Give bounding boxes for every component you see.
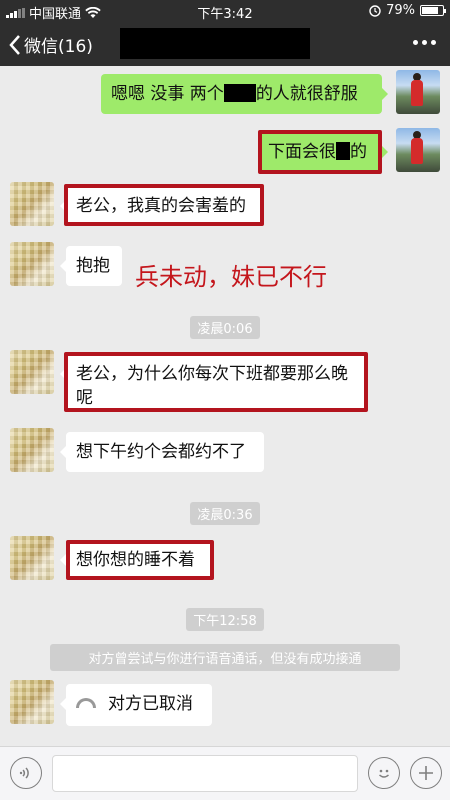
highlight-box xyxy=(64,184,264,226)
back-chevron-icon xyxy=(9,34,20,55)
redacted-text xyxy=(223,84,256,102)
chat-area[interactable]: 嗯嗯 没事 两个 的人就很舒服 下面会很的 老公，我真的会害羞的 抱抱 兵未动，妹… xyxy=(0,66,450,746)
battery-fill xyxy=(422,7,438,14)
message-text: 对方已取消 xyxy=(108,694,193,714)
message-text: 抱抱 xyxy=(76,256,110,276)
battery-icon xyxy=(420,5,446,16)
phone-hangup-icon xyxy=(76,698,96,708)
contact-avatar[interactable] xyxy=(10,536,54,580)
message-input[interactable] xyxy=(52,755,358,792)
timestamp: 凌晨0:36 xyxy=(0,502,450,525)
annotation-text: 兵未动，妹已不行 xyxy=(135,263,327,291)
contact-avatar[interactable] xyxy=(10,680,54,724)
message-bubble[interactable]: 嗯嗯 没事 两个 的人就很舒服 xyxy=(101,74,388,114)
redacted-chat-title xyxy=(120,28,310,59)
highlight-box xyxy=(64,352,368,412)
self-avatar[interactable] xyxy=(396,128,440,172)
highlight-box xyxy=(66,540,214,580)
more-icon[interactable] xyxy=(413,40,436,45)
message-text: 的人就很舒服 xyxy=(255,84,358,104)
message-text: 嗯嗯 没事 两个 xyxy=(111,84,224,104)
status-bar: 中国联通 下午3:42 79% xyxy=(0,0,450,22)
contact-avatar[interactable] xyxy=(10,350,54,394)
nav-bar: 微信(16) xyxy=(0,22,450,66)
plus-icon[interactable] xyxy=(410,757,442,789)
alarm-icon xyxy=(369,4,381,17)
message-text: 想下午约个会都约不了 xyxy=(76,442,246,462)
message-bubble[interactable]: 抱抱 xyxy=(60,246,122,286)
battery-percent: 79% xyxy=(386,3,415,18)
emoji-icon[interactable] xyxy=(368,757,400,789)
contact-avatar[interactable] xyxy=(10,428,54,472)
contact-avatar[interactable] xyxy=(10,182,54,226)
highlight-box xyxy=(258,130,382,174)
voice-icon[interactable] xyxy=(10,757,42,789)
timestamp: 凌晨0:06 xyxy=(0,316,450,339)
system-message: 对方曾尝试与你进行语音通话，但没有成功接通 xyxy=(50,644,400,671)
back-button[interactable]: 微信(16) xyxy=(8,32,93,57)
back-label: 微信(16) xyxy=(24,37,93,57)
timestamp: 下午12:58 xyxy=(0,608,450,631)
input-bar xyxy=(0,746,450,800)
contact-avatar[interactable] xyxy=(10,242,54,286)
call-bubble[interactable]: 对方已取消 xyxy=(60,684,212,726)
self-avatar[interactable] xyxy=(396,70,440,114)
message-bubble[interactable]: 想下午约个会都约不了 xyxy=(60,432,264,472)
